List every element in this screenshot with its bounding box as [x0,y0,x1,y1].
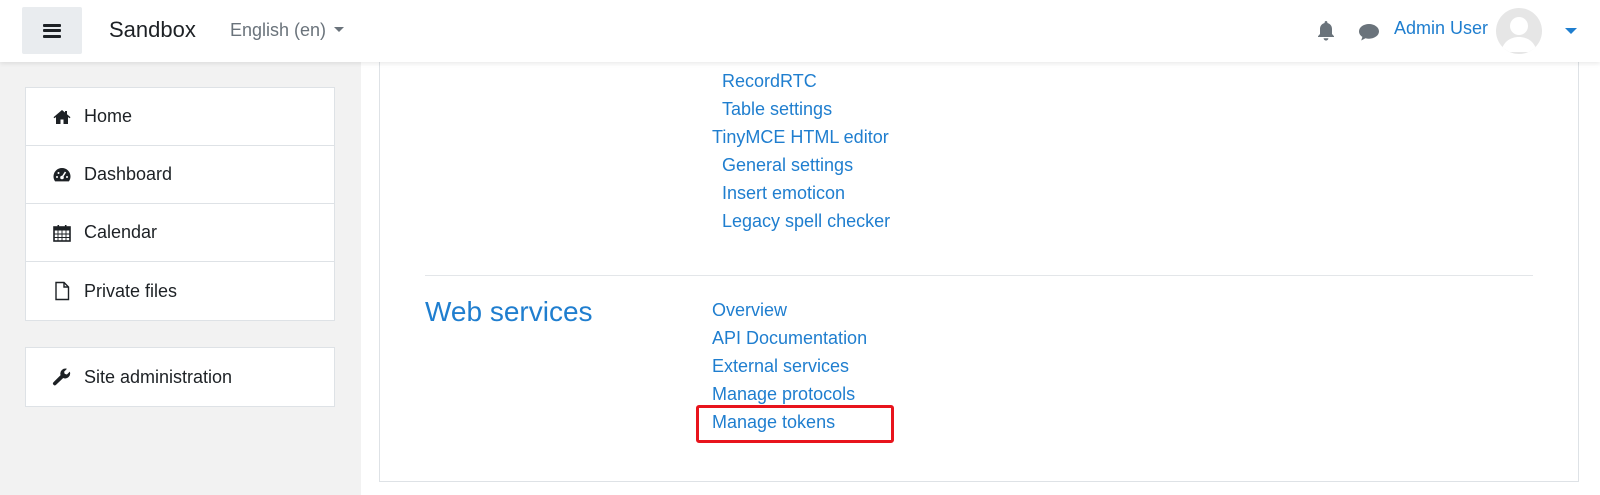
nav-group-admin: Site administration [25,347,335,407]
sidebar-item-calendar[interactable]: Calendar [26,204,334,262]
admin-category-card [379,45,1579,482]
user-menu-name[interactable]: Admin User [1394,18,1488,39]
link-general-settings[interactable]: General settings [722,155,853,176]
link-legacy-spell-checker[interactable]: Legacy spell checker [722,211,890,232]
bell-icon[interactable] [1316,20,1336,42]
language-label: English (en) [230,20,327,40]
link-api-documentation[interactable]: API Documentation [712,328,867,349]
sidebar-item-label: Home [84,106,133,126]
sidebar-item-label: Calendar [84,222,158,242]
nav-drawer: Home Dashboard Calendar Private files Si… [0,62,361,495]
sidebar-item-site-administration[interactable]: Site administration [26,348,334,406]
home-icon [52,107,72,127]
sidebar-item-label: Dashboard [84,164,173,184]
calendar-icon [52,223,72,243]
sidebar-item-label: Site administration [84,366,233,387]
section-heading-web-services[interactable]: Web services [425,296,593,328]
link-tinymce-html-editor[interactable]: TinyMCE HTML editor [712,127,889,148]
highlight-box [696,405,894,443]
link-manage-protocols[interactable]: Manage protocols [712,384,855,405]
file-icon [52,281,72,301]
sidebar-item-private-files[interactable]: Private files [26,262,334,320]
hamburger-icon [43,23,61,38]
avatar[interactable] [1496,8,1542,54]
chevron-down-icon [334,27,345,33]
link-overview[interactable]: Overview [712,300,787,321]
user-menu-toggle[interactable] [1565,24,1577,42]
nav-group-main: Home Dashboard Calendar Private files [25,87,335,321]
sidebar-item-label: Private files [84,280,178,301]
section-divider [425,275,1533,276]
site-name[interactable]: Sandbox [109,17,196,43]
language-menu[interactable]: English (en) [230,20,345,41]
drawer-toggle-button[interactable] [22,7,82,54]
link-insert-emoticon[interactable]: Insert emoticon [722,183,845,204]
chat-icon[interactable] [1358,22,1380,42]
user-silhouette-icon [1501,17,1537,52]
sidebar-item-dashboard[interactable]: Dashboard [26,146,334,204]
dashboard-icon [52,165,72,185]
top-navbar: Sandbox English (en) Admin User [0,0,1600,62]
link-external-services[interactable]: External services [712,356,849,377]
sidebar-item-home[interactable]: Home [26,88,334,146]
link-table-settings[interactable]: Table settings [722,99,832,120]
link-recordrtc[interactable]: RecordRTC [722,71,817,92]
caret-down-icon [1565,28,1577,35]
wrench-icon [52,367,72,387]
